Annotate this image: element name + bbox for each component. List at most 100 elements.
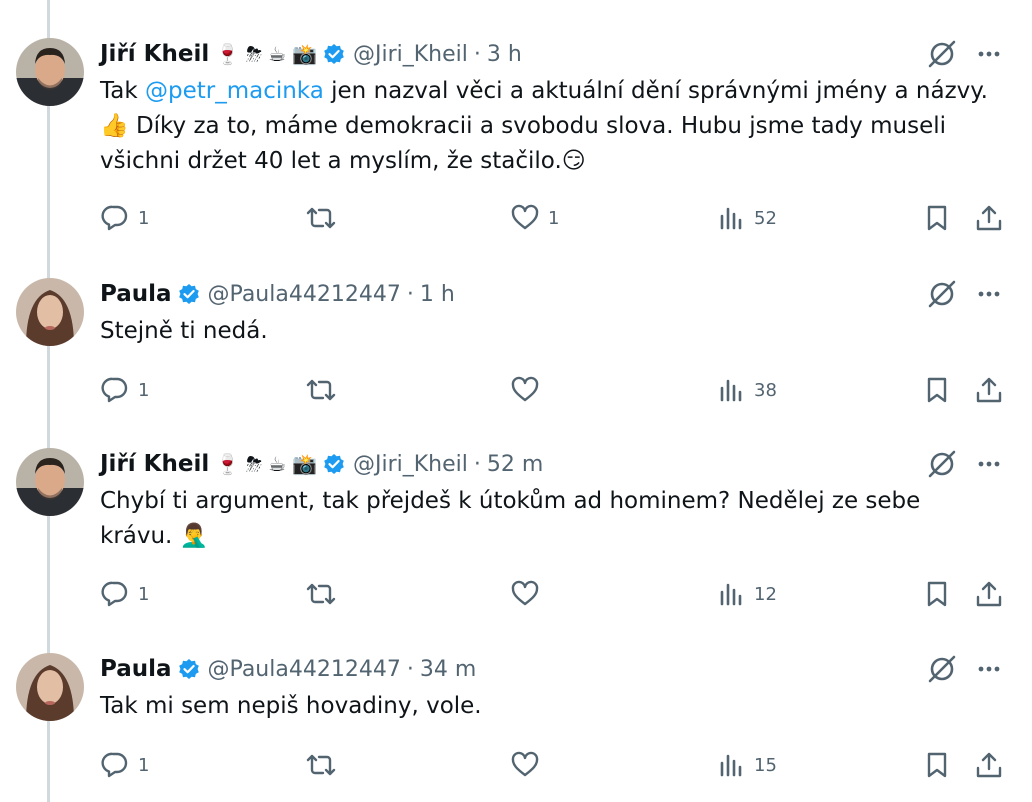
camera-emoji: 📸 xyxy=(292,452,317,476)
share-icon xyxy=(976,377,1002,403)
separator-dot: · xyxy=(473,451,481,477)
separator-dot: · xyxy=(473,41,481,67)
view-count: 15 xyxy=(754,754,777,776)
retweet-icon xyxy=(306,379,336,401)
view-count: 12 xyxy=(754,583,777,605)
verified-badge-icon[interactable] xyxy=(323,453,345,475)
grok-icon[interactable] xyxy=(926,38,958,74)
share-button[interactable] xyxy=(974,745,1004,785)
reply-button[interactable]: 1 xyxy=(100,574,149,614)
grok-icon[interactable] xyxy=(926,448,958,484)
tweet-text: Tak @petr_macinka jen nazval věci a aktu… xyxy=(100,74,1010,179)
mention-link[interactable]: @petr_macinka xyxy=(145,78,324,104)
author-handle[interactable]: @Jiri_Kheil xyxy=(353,452,468,477)
coffee-emoji: ☕ xyxy=(268,452,287,476)
avatar[interactable] xyxy=(16,653,84,721)
avatar[interactable] xyxy=(16,38,84,106)
bookmark-button[interactable] xyxy=(922,745,952,785)
action-bar: 1 12 xyxy=(100,574,1012,614)
verified-badge-icon[interactable] xyxy=(323,43,345,65)
share-button[interactable] xyxy=(974,370,1004,410)
more-icon[interactable] xyxy=(973,38,1005,74)
like-button[interactable] xyxy=(510,745,540,785)
tweet[interactable]: Paula @Paula44212447 · 1 h Stejně ti ned… xyxy=(0,276,1032,422)
grok-icon[interactable] xyxy=(926,653,958,689)
more-icon[interactable] xyxy=(973,448,1005,484)
like-count: 1 xyxy=(548,207,560,229)
like-icon xyxy=(511,580,539,606)
reply-button[interactable]: 1 xyxy=(100,370,149,410)
retweet-button[interactable] xyxy=(304,574,338,614)
bookmark-button[interactable] xyxy=(922,370,952,410)
reply-icon xyxy=(101,205,128,231)
tweet-text: Tak mi sem nepiš hovadiny, vole. xyxy=(100,693,482,719)
timestamp[interactable]: 52 m xyxy=(487,452,543,477)
storm-emoji: ⛈ xyxy=(246,42,263,66)
like-button[interactable] xyxy=(510,574,540,614)
separator-dot: · xyxy=(406,656,414,682)
share-icon xyxy=(976,581,1002,607)
bookmark-icon xyxy=(927,752,947,778)
action-bar: 1 38 xyxy=(100,370,1012,410)
timestamp[interactable]: 3 h xyxy=(487,42,522,67)
views-button[interactable]: 12 xyxy=(716,574,777,614)
coffee-emoji: ☕ xyxy=(268,42,287,66)
text-segment: jen nazval věci a aktuální dění správným… xyxy=(323,78,988,104)
reply-button[interactable]: 1 xyxy=(100,198,149,238)
retweet-button[interactable] xyxy=(304,745,338,785)
tweet[interactable]: Jiří Kheil 🍷 ⛈ ☕ 📸 @Jiri_Kheil · 3 h Tak… xyxy=(0,36,1032,246)
bookmark-button[interactable] xyxy=(922,574,952,614)
verified-badge-icon[interactable] xyxy=(178,283,200,305)
thumbs-up-emoji: 👍 xyxy=(100,113,129,139)
reply-icon xyxy=(101,581,128,607)
grok-icon[interactable] xyxy=(926,278,958,314)
text-segment: krávu. xyxy=(100,523,180,549)
share-button[interactable] xyxy=(974,574,1004,614)
views-button[interactable]: 38 xyxy=(716,370,777,410)
views-button[interactable]: 52 xyxy=(716,198,777,238)
bookmark-icon xyxy=(927,581,947,607)
share-button[interactable] xyxy=(974,198,1004,238)
bookmark-icon xyxy=(927,205,947,231)
reply-count: 1 xyxy=(138,379,150,401)
text-segment: Díky za to, máme demokracii a svobodu sl… xyxy=(128,113,946,139)
author-name[interactable]: Paula xyxy=(100,281,172,307)
separator-dot: · xyxy=(406,281,414,307)
author-name[interactable]: Jiří Kheil xyxy=(100,451,209,477)
author-handle[interactable]: @Paula44212447 xyxy=(208,657,401,682)
avatar[interactable] xyxy=(16,448,84,516)
views-icon xyxy=(720,379,742,402)
author-handle[interactable]: @Jiri_Kheil xyxy=(353,42,468,67)
share-icon xyxy=(976,205,1002,231)
tweet[interactable]: Paula @Paula44212447 · 34 m Tak mi sem n… xyxy=(0,651,1032,797)
avatar[interactable] xyxy=(16,278,84,346)
action-bar: 1 15 xyxy=(100,745,1012,785)
text-line: Chybí ti argument, tak přejdeš k útokům … xyxy=(100,488,921,514)
timestamp[interactable]: 34 m xyxy=(420,657,476,682)
author-handle[interactable]: @Paula44212447 xyxy=(208,282,401,307)
reply-button[interactable]: 1 xyxy=(100,745,149,785)
view-count: 38 xyxy=(754,379,777,401)
retweet-button[interactable] xyxy=(304,198,338,238)
verified-badge-icon[interactable] xyxy=(178,658,200,680)
action-bar: 1 1 52 xyxy=(100,198,1012,238)
tweet[interactable]: Jiří Kheil 🍷 ⛈ ☕ 📸 @Jiri_Kheil · 52 m Ch… xyxy=(0,446,1032,626)
like-button[interactable] xyxy=(510,370,540,410)
more-icon[interactable] xyxy=(973,278,1005,314)
views-icon xyxy=(720,754,742,777)
like-button[interactable]: 1 xyxy=(510,198,559,238)
bookmark-button[interactable] xyxy=(922,198,952,238)
retweet-button[interactable] xyxy=(304,370,338,410)
views-icon xyxy=(720,583,742,606)
timestamp[interactable]: 1 h xyxy=(420,282,455,307)
more-icon[interactable] xyxy=(973,653,1005,689)
wine-emoji: 🍷 xyxy=(215,452,241,476)
views-button[interactable]: 15 xyxy=(716,745,777,785)
reply-count: 1 xyxy=(138,207,150,229)
author-name[interactable]: Jiří Kheil xyxy=(100,41,209,67)
author-name[interactable]: Paula xyxy=(100,656,172,682)
smirk-emoji: 😏 xyxy=(561,148,586,174)
reply-icon xyxy=(101,752,128,778)
bookmark-icon xyxy=(927,377,947,403)
wine-emoji: 🍷 xyxy=(215,42,241,66)
